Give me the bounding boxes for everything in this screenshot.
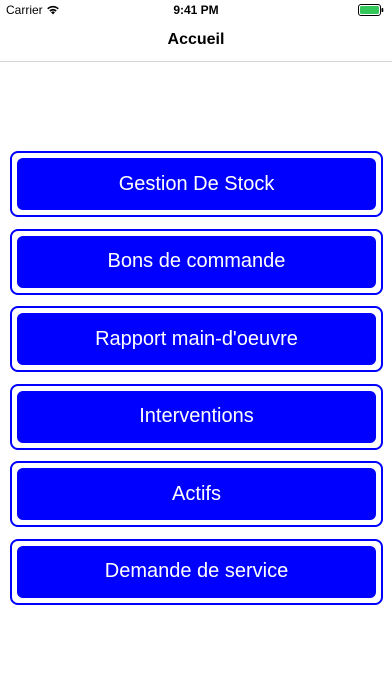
menu-item-demande-de-service: Demande de service <box>10 538 383 605</box>
menu-item-actifs: Actifs <box>10 461 383 527</box>
menu-item-rapport-main-doeuvre: Rapport main-d'oeuvre <box>10 306 383 372</box>
main-menu: Gestion De Stock Bons de commande Rappor… <box>10 151 383 616</box>
actifs-button[interactable]: Actifs <box>17 468 376 520</box>
battery-icon <box>358 4 384 19</box>
menu-item-bons-de-commande: Bons de commande <box>10 228 383 295</box>
menu-item-gestion-de-stock: Gestion De Stock <box>10 151 383 217</box>
bons-de-commande-button[interactable]: Bons de commande <box>17 235 376 288</box>
rapport-main-doeuvre-button[interactable]: Rapport main-d'oeuvre <box>17 313 376 365</box>
interventions-button[interactable]: Interventions <box>17 390 376 443</box>
gestion-de-stock-button[interactable]: Gestion De Stock <box>17 158 376 210</box>
navigation-bar: Accueil <box>0 20 392 62</box>
page-title: Accueil <box>167 31 225 48</box>
status-bar: Carrier 9:41 PM <box>0 0 392 20</box>
menu-item-interventions: Interventions <box>10 383 383 450</box>
clock: 9:41 PM <box>173 3 219 17</box>
demande-de-service-button[interactable]: Demande de service <box>17 545 376 598</box>
